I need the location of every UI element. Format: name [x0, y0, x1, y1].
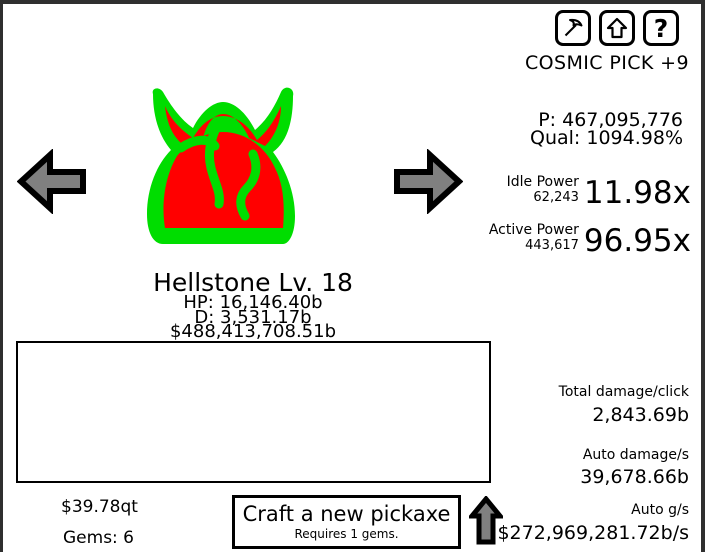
game-window: ? COSMIC PICK +9 P: 467,095,776 Qual: 10…: [0, 0, 705, 552]
idle-power-multiplier: 11.98x: [583, 175, 691, 211]
total-damage-per-click-label: Total damage/click: [558, 384, 689, 400]
pickaxe-icon-button[interactable]: [555, 10, 591, 46]
craft-button-requirement: Requires 1 gems.: [294, 527, 399, 541]
idle-power-labels: Idle Power 62,243: [507, 174, 579, 209]
active-power-block: Active Power 443,617 96.95x: [489, 222, 691, 257]
upgrade-icon-button[interactable]: [599, 10, 635, 46]
auto-gold-per-second-label: Auto g/s: [631, 502, 689, 518]
message-log-panel[interactable]: [16, 341, 491, 483]
pickaxe-icon: [561, 16, 585, 40]
help-icon-button[interactable]: ?: [643, 10, 679, 46]
total-damage-per-click-value: 2,843.69b: [592, 404, 689, 426]
idle-power-amount: 62,243: [533, 190, 579, 205]
idle-power-title: Idle Power: [506, 174, 579, 190]
next-monster-arrow[interactable]: [393, 148, 464, 217]
pickaxe-name: COSMIC PICK +9: [524, 52, 689, 74]
craft-button-title: Craft a new pickaxe: [242, 502, 451, 526]
monster-sprite[interactable]: [123, 76, 323, 271]
money-amount: $39.78qt: [61, 497, 138, 517]
pickaxe-quality: Qual: 1094.98%: [530, 127, 683, 149]
monster-gold-reward: $488,413,708.51b: [169, 321, 337, 342]
upgrade-arrow-icon: [605, 16, 629, 40]
help-icon: ?: [653, 13, 669, 43]
active-power-title: Active Power: [488, 222, 579, 238]
active-power-labels: Active Power 443,617: [489, 222, 579, 257]
craft-new-pickaxe-button[interactable]: Craft a new pickaxe Requires 1 gems.: [232, 495, 461, 549]
craft-upgrade-arrow-button[interactable]: [466, 495, 506, 551]
auto-damage-per-second-value: 39,678.66b: [580, 466, 689, 488]
auto-damage-per-second-label: Auto damage/s: [582, 447, 689, 463]
auto-gold-per-second-value: $272,969,281.72b/s: [497, 522, 689, 544]
idle-power-block: Idle Power 62,243 11.98x: [507, 174, 691, 209]
active-power-amount: 443,617: [525, 238, 579, 253]
gems-amount: Gems: 6: [63, 528, 134, 548]
active-power-multiplier: 96.95x: [583, 223, 691, 259]
toolbar-icon-row: ?: [555, 10, 679, 46]
previous-monster-arrow[interactable]: [16, 148, 87, 217]
